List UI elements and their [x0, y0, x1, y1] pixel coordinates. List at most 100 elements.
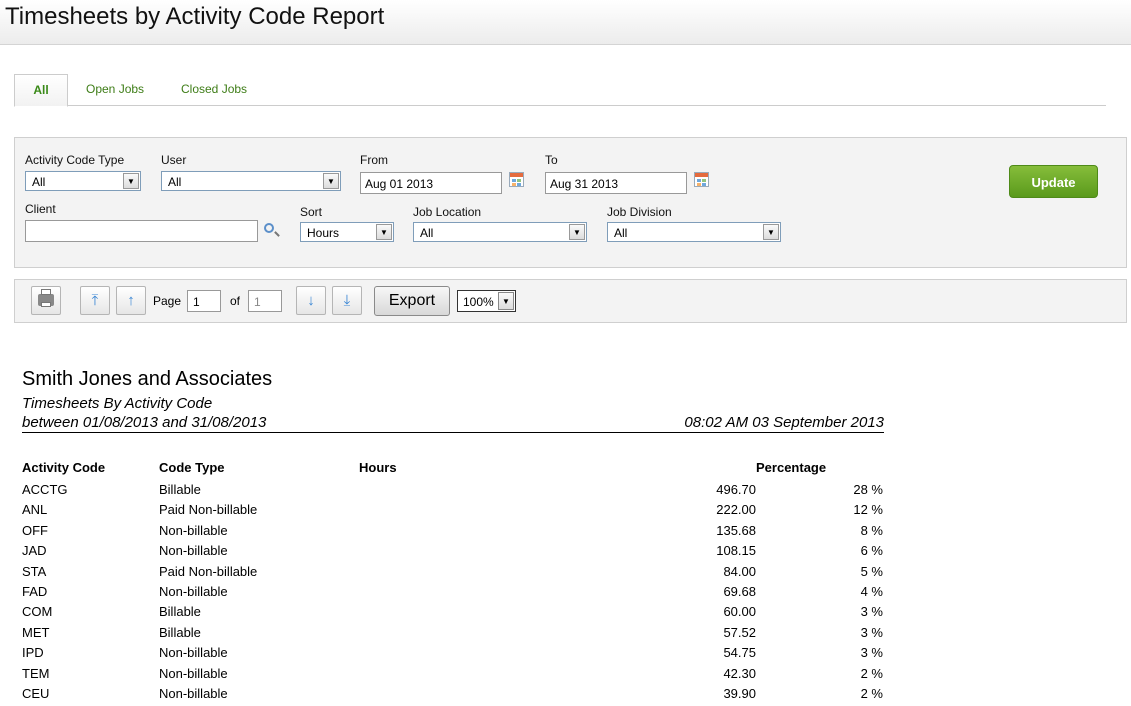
column-header-hours: Hours — [359, 460, 397, 475]
code-type-cell: Paid Non-billable — [159, 502, 258, 518]
activity-code-table: Activity Code Code Type Hours Percentage… — [22, 460, 883, 706]
tab-open-jobs[interactable]: Open Jobs — [86, 74, 144, 105]
chevron-down-icon[interactable]: ▼ — [323, 173, 339, 189]
percentage-cell: 3 % — [860, 645, 883, 661]
from-label: From — [360, 153, 388, 167]
job-division-select[interactable]: All ▼ — [607, 222, 781, 242]
code-type-cell: Non-billable — [159, 583, 228, 599]
table-row: MET Billable 57.52 3 % — [22, 625, 883, 645]
table-row: ANL Paid Non-billable 222.00 12 % — [22, 502, 883, 522]
search-icon[interactable] — [264, 223, 274, 233]
to-date-value: Aug 31 2013 — [550, 177, 619, 191]
chevron-down-icon[interactable]: ▼ — [123, 173, 139, 189]
percentage-cell: 4 % — [860, 583, 883, 599]
hours-cell: 222.00 — [716, 502, 756, 518]
activity-code-type-select[interactable]: All ▼ — [25, 171, 141, 191]
activity-code-cell: IPD — [22, 645, 44, 661]
percentage-cell: 5 % — [860, 563, 883, 579]
from-date-value: Aug 01 2013 — [365, 177, 434, 191]
user-value: All — [168, 175, 182, 189]
to-date-input[interactable]: Aug 31 2013 — [545, 172, 687, 194]
previous-page-button[interactable]: ↑ — [116, 286, 146, 315]
percentage-cell: 2 % — [860, 685, 883, 701]
to-label: To — [545, 153, 558, 167]
hours-cell: 42.30 — [723, 665, 756, 681]
activity-code-type-label: Activity Code Type — [25, 153, 125, 167]
sort-label: Sort — [300, 205, 323, 219]
first-page-icon: ⤒ — [91, 292, 99, 309]
percentage-cell: 2 % — [860, 665, 883, 681]
from-date-input[interactable]: Aug 01 2013 — [360, 172, 502, 194]
sort-select[interactable]: Hours ▼ — [300, 222, 394, 242]
code-type-cell: Billable — [159, 624, 201, 640]
table-row: TEM Non-billable 42.30 2 % — [22, 666, 883, 686]
hours-cell: 84.00 — [723, 563, 756, 579]
next-page-button[interactable]: ↓ — [296, 286, 326, 315]
hours-cell: 69.68 — [723, 583, 756, 599]
column-header-code-type: Code Type — [159, 460, 225, 475]
job-division-label: Job Division — [607, 205, 672, 219]
job-filter-tabs: All Open Jobs Closed Jobs — [14, 74, 1106, 107]
chevron-down-icon[interactable]: ▼ — [763, 224, 779, 240]
code-type-cell: Billable — [159, 482, 201, 497]
last-page-button[interactable]: ⤓ — [332, 286, 362, 315]
percentage-cell: 12 % — [853, 502, 883, 518]
page-title: Timesheets by Activity Code Report — [5, 3, 385, 30]
column-header-percentage: Percentage — [756, 460, 827, 475]
activity-code-cell: ANL — [22, 502, 48, 518]
job-location-label: Job Location — [413, 205, 482, 219]
activity-code-cell: CEU — [22, 685, 50, 701]
activity-code-cell: MET — [22, 624, 50, 640]
percentage-cell: 3 % — [860, 604, 883, 620]
print-button[interactable] — [31, 286, 61, 315]
last-page-icon: ⤓ — [343, 292, 351, 309]
job-location-select[interactable]: All ▼ — [413, 222, 587, 242]
calendar-icon[interactable] — [694, 172, 709, 187]
sort-value: Hours — [307, 226, 340, 240]
table-row: IPD Non-billable 54.75 3 % — [22, 645, 883, 665]
client-input[interactable] — [25, 220, 258, 242]
chevron-down-icon[interactable]: ▼ — [498, 292, 514, 310]
user-label: User — [161, 153, 187, 167]
calendar-icon[interactable] — [509, 172, 524, 187]
code-type-cell: Non-billable — [159, 543, 228, 559]
chevron-down-icon[interactable]: ▼ — [569, 224, 585, 240]
update-button[interactable]: Update — [1009, 165, 1098, 198]
report-subtitle: Timesheets By Activity Code — [22, 395, 213, 412]
page-number-input[interactable]: 1 — [187, 290, 221, 312]
client-label: Client — [25, 202, 56, 216]
table-row: CEU Non-billable 39.90 2 % — [22, 686, 883, 706]
hours-cell: 54.75 — [723, 645, 756, 661]
tab-closed-jobs[interactable]: Closed Jobs — [181, 74, 247, 105]
zoom-value: 100% — [463, 295, 494, 309]
user-select[interactable]: All ▼ — [161, 171, 341, 191]
job-division-value: All — [614, 226, 628, 240]
code-type-cell: Paid Non-billable — [159, 563, 258, 579]
zoom-select[interactable]: 100% ▼ — [457, 290, 516, 312]
table-header-row: Activity Code Code Type Hours Percentage — [22, 460, 883, 482]
page-number-value: 1 — [193, 295, 200, 309]
code-type-cell: Non-billable — [159, 645, 228, 661]
table-row: STA Paid Non-billable 84.00 5 % — [22, 564, 883, 584]
percentage-cell: 8 % — [860, 522, 883, 538]
tab-all[interactable]: All — [14, 74, 68, 107]
hours-cell: 135.68 — [716, 522, 756, 538]
hours-cell: 108.15 — [716, 543, 756, 559]
first-page-button[interactable]: ⤒ — [80, 286, 110, 315]
percentage-cell: 6 % — [860, 543, 883, 559]
table-row: OFF Non-billable 135.68 8 % — [22, 523, 883, 543]
hours-cell: 60.00 — [723, 604, 756, 620]
code-type-cell: Non-billable — [159, 665, 228, 681]
code-type-cell: Non-billable — [159, 522, 228, 538]
activity-code-cell: OFF — [22, 522, 48, 538]
chevron-down-icon[interactable]: ▼ — [376, 224, 392, 240]
export-button[interactable]: Export — [374, 286, 450, 316]
activity-code-cell: ACCTG — [22, 482, 68, 497]
hours-cell: 496.70 — [716, 482, 756, 497]
total-pages-field: 1 — [248, 290, 282, 312]
report-toolbar: ⤒ ↑ Page 1 of 1 ↓ ⤓ Export 100% ▼ — [14, 279, 1127, 323]
arrow-down-icon: ↓ — [307, 292, 315, 309]
title-bar: Timesheets by Activity Code Report — [0, 0, 1131, 45]
column-header-activity-code: Activity Code — [22, 460, 106, 475]
table-row: JAD Non-billable 108.15 6 % — [22, 543, 883, 563]
